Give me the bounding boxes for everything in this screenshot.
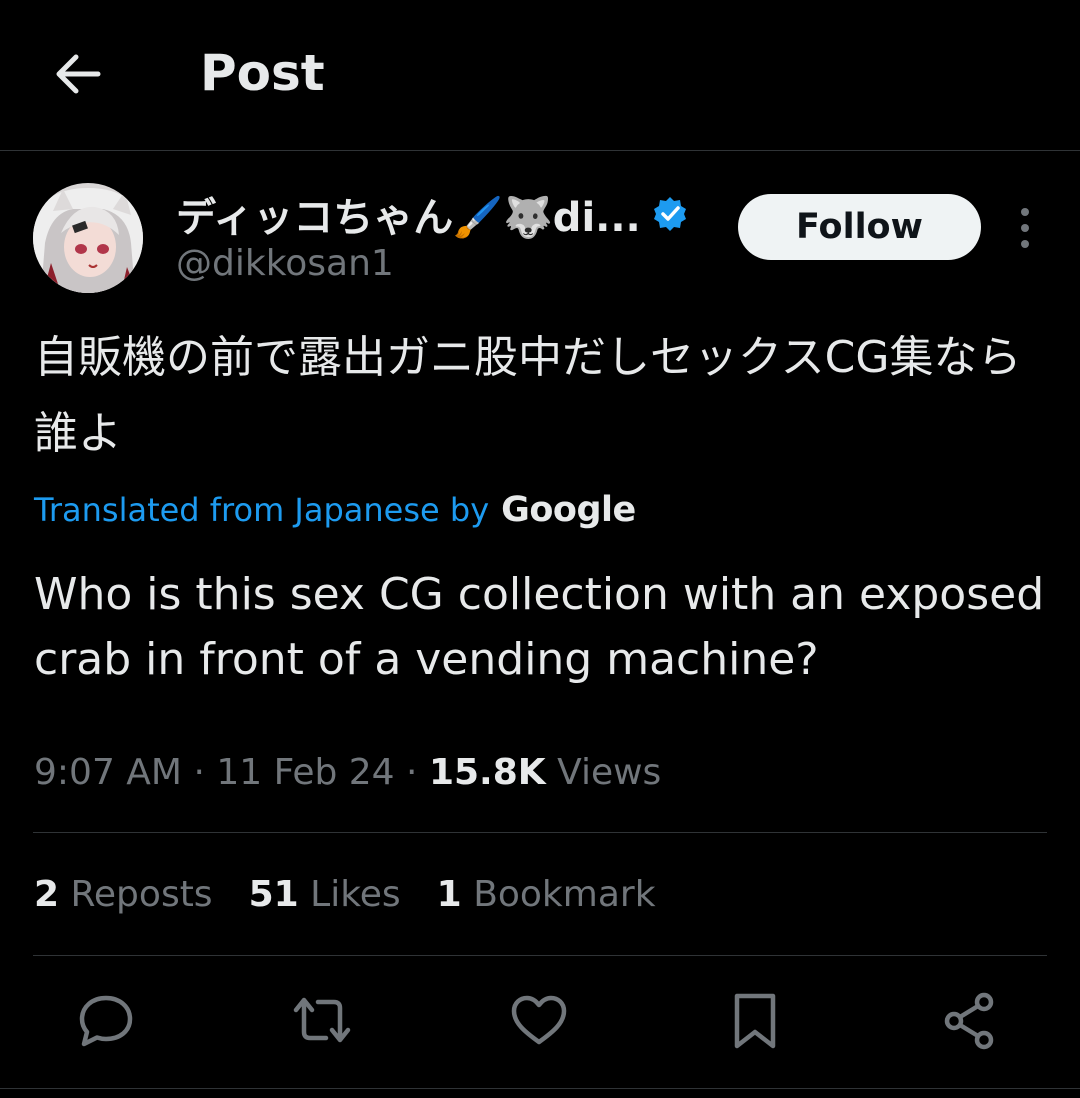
likes-label: Likes — [310, 874, 401, 915]
author-name-row[interactable]: ディッコちゃん🖌️🐺di... — [176, 185, 689, 243]
repost-icon[interactable] — [292, 990, 352, 1050]
bookmarks-label: Bookmark — [473, 874, 656, 915]
reply-icon[interactable] — [76, 990, 136, 1050]
meta-separator: · — [406, 752, 418, 793]
bookmarks-stat[interactable]: 1 Bookmark — [437, 874, 656, 915]
author-display-name[interactable]: ディッコちゃん🖌️🐺di... — [176, 185, 641, 243]
page-title: Post — [200, 44, 325, 102]
reposts-count: 2 — [34, 874, 60, 915]
meta-separator: · — [193, 752, 205, 793]
bookmarks-count: 1 — [436, 874, 462, 915]
translated-label: Translated from Japanese by — [34, 491, 490, 529]
post-date[interactable]: 11 Feb 24 — [216, 752, 394, 793]
follow-button[interactable]: Follow — [738, 194, 981, 260]
google-logo: Google — [501, 490, 636, 530]
author-handle[interactable]: @dikkosan1 — [176, 243, 394, 284]
more-icon[interactable] — [1008, 205, 1042, 251]
divider — [0, 1088, 1080, 1089]
verified-badge-icon — [653, 197, 686, 231]
engagement-stats: 2 Reposts 51 Likes 1 Bookmark — [34, 874, 692, 915]
reposts-stat[interactable]: 2 Reposts — [34, 874, 213, 915]
top-bar: Post — [0, 0, 1080, 151]
divider — [33, 832, 1047, 833]
translation-attribution: Translated from Japanese by Google — [34, 490, 636, 530]
like-icon[interactable] — [509, 990, 569, 1050]
post-time[interactable]: 9:07 AM — [34, 752, 182, 793]
views-count: 15.8K — [428, 752, 546, 793]
post-text-translated: Who is this sex CG collection with an ex… — [34, 569, 1045, 685]
divider — [33, 955, 1047, 956]
bookmark-icon[interactable] — [725, 990, 785, 1050]
avatar[interactable] — [33, 183, 143, 293]
reposts-label: Reposts — [70, 874, 213, 915]
likes-stat[interactable]: 51 Likes — [249, 874, 401, 915]
views-label: Views — [557, 752, 662, 793]
post-meta: 9:07 AM · 11 Feb 24 · 15.8K Views — [34, 752, 661, 793]
back-arrow-icon[interactable] — [50, 46, 106, 102]
post-text-original: 自販機の前で露出ガニ股中だしセックスCG集なら誰よ — [34, 332, 1022, 459]
action-bar — [0, 990, 1080, 1060]
likes-count: 51 — [248, 874, 299, 915]
share-icon[interactable] — [940, 990, 1000, 1050]
